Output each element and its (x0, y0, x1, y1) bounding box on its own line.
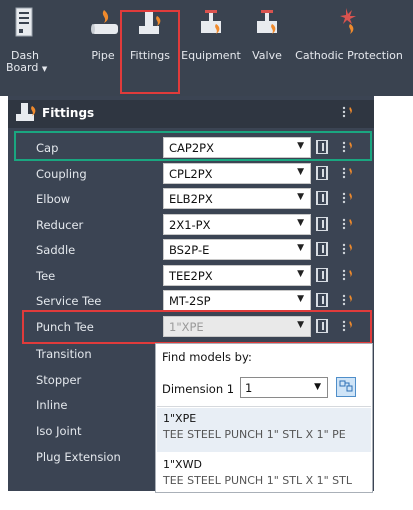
fitting-combo[interactable]: ELB2PX ▼ (163, 188, 311, 209)
fitting-combo[interactable]: BS2P-E ▼ (163, 239, 311, 260)
fitting-combo[interactable]: MT-2SP ▼ (163, 290, 311, 311)
fitting-label: Coupling (36, 167, 87, 181)
fitting-label: Stopper (36, 373, 82, 387)
dimension-select[interactable]: 1 ▼ (240, 377, 328, 398)
dropdown-arrow-icon: ▼ (297, 218, 304, 228)
pipe-icon (90, 6, 118, 40)
model-option[interactable]: 1"XWD TEE STEEL PUNCH 1" STL X 1" STL (157, 454, 371, 498)
fitting-row-reducer: Reducer 2X1-PX ▼ (8, 212, 374, 237)
pick-icon[interactable] (316, 191, 328, 205)
fitting-label: Transition (36, 347, 92, 361)
dropdown-arrow-icon: ▼ (297, 294, 304, 304)
dropdown-arrow-icon: ▼ (314, 382, 321, 392)
pick-icon[interactable] (316, 293, 328, 307)
ribbon-dashboard-button[interactable]: Dash Board ▼ (6, 6, 48, 75)
pick-icon[interactable] (316, 242, 328, 256)
cap-row-highlight (14, 131, 372, 161)
fitting-combo[interactable]: 2X1-PX ▼ (163, 214, 311, 235)
fittings-highlight (120, 10, 180, 94)
pick-icon[interactable] (316, 268, 328, 282)
filter-icon[interactable] (336, 377, 356, 397)
valve-icon (254, 6, 280, 40)
chevron-down-icon: ▼ (41, 65, 48, 73)
fitting-label: Elbow (36, 192, 71, 206)
panel-title: Fittings (42, 106, 95, 120)
ribbon-toolbar: Dash Board ▼ Pipe Fittings Equipment Val… (0, 0, 413, 96)
fitting-row-tee: Tee TEE2PX ▼ (8, 263, 374, 288)
model-dropdown: Find models by: Dimension 1 1 ▼ 1"XPE TE… (155, 343, 373, 493)
dropdown-arrow-icon: ▼ (297, 243, 304, 253)
ribbon-pipe-button[interactable]: Pipe (88, 6, 118, 62)
dashboard-icon (12, 6, 38, 40)
fitting-row-elbow: Elbow ELB2PX ▼ (8, 186, 374, 211)
settings-icon[interactable] (340, 241, 356, 257)
cathodic-protection-icon (336, 6, 362, 40)
settings-icon[interactable] (340, 165, 356, 181)
dropdown-arrow-icon: ▼ (297, 167, 304, 177)
model-option[interactable]: 1"XPE TEE STEEL PUNCH 1" STL X 1" PE (157, 408, 371, 452)
settings-icon[interactable] (340, 292, 356, 308)
fitting-label: Reducer (36, 218, 84, 232)
pick-icon[interactable] (316, 217, 328, 231)
settings-icon[interactable] (340, 216, 356, 232)
ribbon-equipment-button[interactable]: Equipment (178, 6, 244, 62)
fitting-combo[interactable]: CPL2PX ▼ (163, 163, 311, 184)
settings-icon[interactable] (340, 190, 356, 206)
equipment-icon (198, 6, 224, 40)
fitting-label: Iso Joint (36, 424, 82, 438)
fitting-label: Tee (36, 269, 56, 283)
fitting-label: Saddle (36, 243, 76, 257)
fitting-label: Plug Extension (36, 450, 121, 464)
ribbon-valve-button[interactable]: Valve (250, 6, 284, 62)
dimension-label: Dimension 1 (162, 382, 235, 396)
fittings-panel-icon (14, 100, 40, 126)
pick-icon[interactable] (316, 166, 328, 180)
fitting-combo[interactable]: TEE2PX ▼ (163, 265, 311, 286)
dropdown-arrow-icon: ▼ (297, 269, 304, 279)
panel-settings-icon[interactable] (340, 104, 356, 120)
dropdown-arrow-icon: ▼ (297, 192, 304, 202)
settings-icon[interactable] (340, 267, 356, 283)
fitting-label: Service Tee (36, 294, 102, 308)
fitting-label: Inline (36, 398, 68, 412)
ribbon-cathodic-protection-button[interactable]: Cathodic Protection (290, 6, 408, 62)
fitting-row-coupling: Coupling CPL2PX ▼ (8, 161, 374, 186)
find-models-label: Find models by: (162, 350, 252, 364)
fitting-row-saddle: Saddle BS2P-E ▼ (8, 237, 374, 262)
punch-tee-row-highlight (22, 310, 372, 344)
divider (157, 406, 371, 407)
